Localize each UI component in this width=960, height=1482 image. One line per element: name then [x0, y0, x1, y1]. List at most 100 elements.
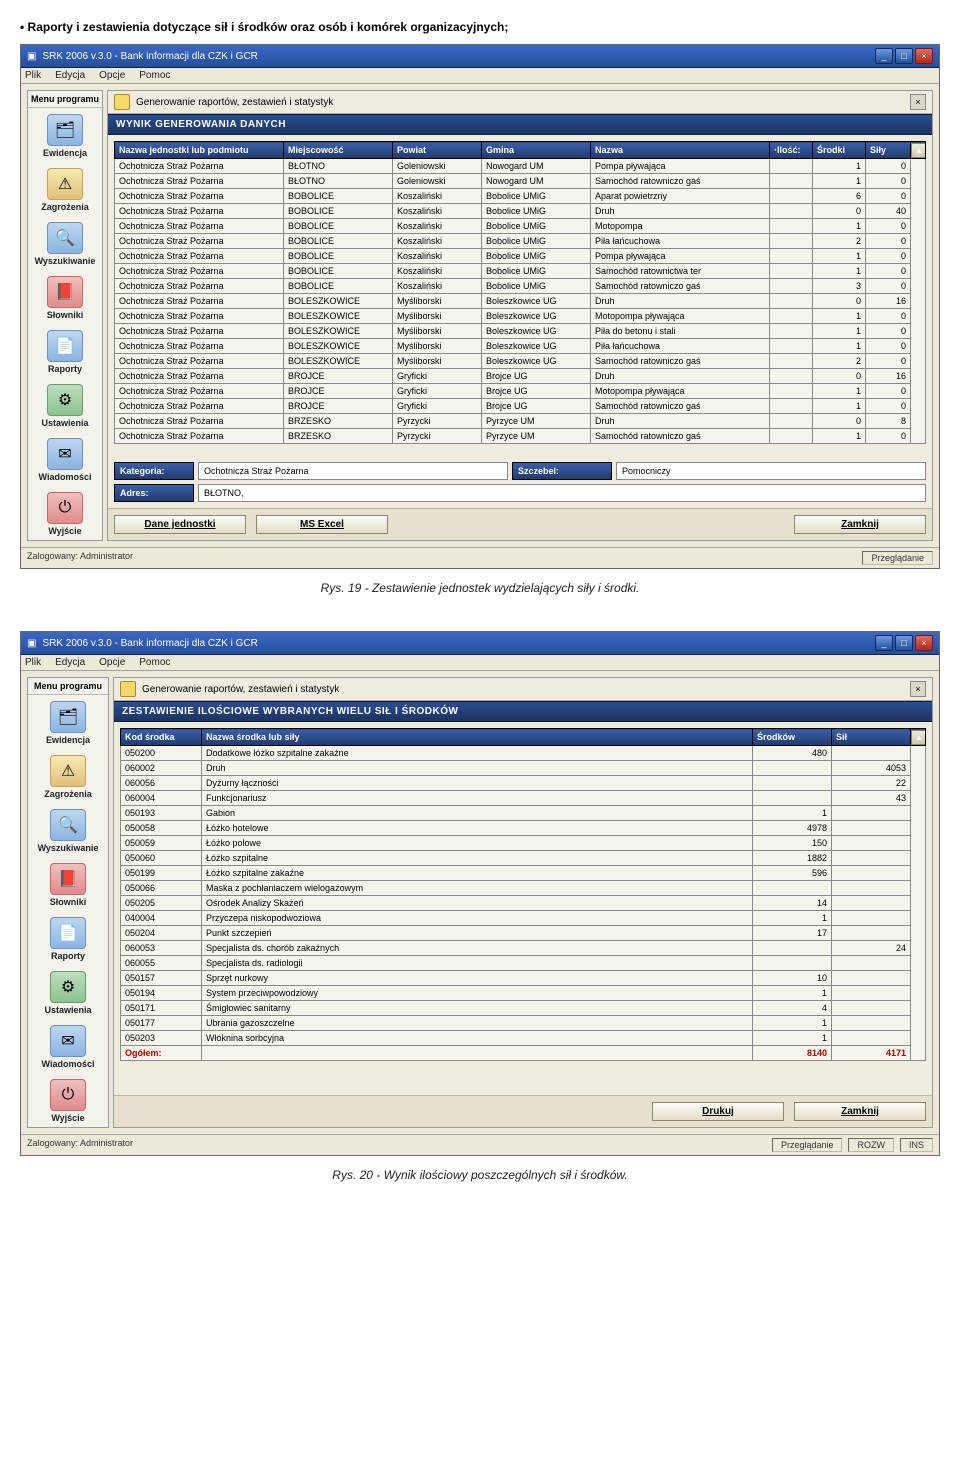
table-row[interactable]: Ochotnicza Straż PożarnaBOBOLICEKoszaliń…	[115, 264, 926, 279]
menu-opcje[interactable]: Opcje	[99, 70, 125, 81]
table-row[interactable]: 060055Specjalista ds. radiologii	[121, 956, 926, 971]
menu-edycja[interactable]: Edycja	[55, 657, 85, 668]
close-icon[interactable]: ×	[915, 48, 933, 64]
maximize-icon[interactable]: □	[895, 635, 913, 651]
table-row[interactable]: Ochotnicza Straż PożarnaBOLESZKOWICEMyśl…	[115, 309, 926, 324]
drukuj-button[interactable]: Drukuj	[652, 1102, 784, 1121]
maximize-icon[interactable]: □	[895, 48, 913, 64]
table-row[interactable]: 050059Łóżko polowe150	[121, 836, 926, 851]
table-row[interactable]: 060002Druh4053	[121, 761, 926, 776]
col-header[interactable]: Nazwa środka lub siły	[202, 729, 753, 746]
sidebar-item-wiadomosci[interactable]: ✉Wiadomości	[28, 432, 102, 486]
col-header[interactable]: Siły	[866, 142, 911, 159]
table-row[interactable]: 050203Włóknina sorbcyjna1	[121, 1031, 926, 1046]
table-row[interactable]: Ochotnicza Straż PożarnaBRZESKOPyrzyckiP…	[115, 429, 926, 444]
table-row[interactable]: Ochotnicza Straż PożarnaBOBOLICEKoszaliń…	[115, 249, 926, 264]
table-row[interactable]: Ochotnicza Straż PożarnaBOBOLICEKoszaliń…	[115, 234, 926, 249]
cell: Ubrania gazoszczelne	[202, 1016, 753, 1031]
col-header[interactable]: Kod środka	[121, 729, 202, 746]
zamknij-button[interactable]: Zamknij	[794, 1102, 926, 1121]
table-row[interactable]: 040004Przyczepa niskopodwoziowa1	[121, 911, 926, 926]
table-row[interactable]: Ochotnicza Straż PożarnaBROJCEGryfickiBr…	[115, 369, 926, 384]
cell: Ochotnicza Straż Pożarna	[115, 384, 284, 399]
col-header[interactable]: Środków	[753, 729, 832, 746]
cell: BOLESZKOWICE	[284, 309, 393, 324]
col-header[interactable]: Nazwa	[591, 142, 770, 159]
dane-jednostki-button[interactable]: Dane jednostki	[114, 515, 246, 534]
sidebar-item-ewidencja[interactable]: 🗂Ewidencja	[28, 695, 108, 749]
scrollbar-track[interactable]	[911, 159, 926, 444]
table-row[interactable]: 050205Ośrodek Analizy Skażeń14	[121, 896, 926, 911]
scrollbar[interactable]: ▲	[911, 729, 926, 746]
menu-edycja[interactable]: Edycja	[55, 70, 85, 81]
cell: 0	[813, 414, 866, 429]
scrollbar-track[interactable]	[911, 746, 926, 1061]
table-row[interactable]: Ochotnicza Straż PożarnaBOBOLICEKoszaliń…	[115, 279, 926, 294]
table-row[interactable]: 050194System przeciwpowodziowy1	[121, 986, 926, 1001]
table-row[interactable]: Ochotnicza Straż PożarnaBOBOLICEKoszaliń…	[115, 204, 926, 219]
col-header[interactable]: Sił	[832, 729, 911, 746]
sidebar-item-ewidencja[interactable]: 🗂Ewidencja	[28, 108, 102, 162]
table-row[interactable]: 050200Dodatkowe łóżko szpitalne zakaźne4…	[121, 746, 926, 761]
tab-title: Generowanie raportów, zestawień i statys…	[142, 684, 339, 695]
sidebar-item-wyszukiwanie[interactable]: 🔍Wyszukiwanie	[28, 803, 108, 857]
table-row[interactable]: 050066Maska z pochłaniaczem wielogazowym	[121, 881, 926, 896]
sidebar-item-wiadomosci[interactable]: ✉Wiadomości	[28, 1019, 108, 1073]
close-icon[interactable]: ×	[915, 635, 933, 651]
table-row[interactable]: 050204Punkt szczepień17	[121, 926, 926, 941]
table-row[interactable]: 060004Funkcjonariusz43	[121, 791, 926, 806]
table-row[interactable]: 050058Łóżko hotelowe4978	[121, 821, 926, 836]
menu-opcje[interactable]: Opcje	[99, 657, 125, 668]
table-row[interactable]: 050157Sprzęt nurkowy10	[121, 971, 926, 986]
tab-close-icon[interactable]: ×	[910, 681, 926, 697]
sidebar-item-raporty[interactable]: 📄Raporty	[28, 324, 102, 378]
table-row[interactable]: Ochotnicza Straż PożarnaBOLESZKOWICEMyśl…	[115, 339, 926, 354]
table-row[interactable]: Ochotnicza Straż PożarnaBOLESZKOWICEMyśl…	[115, 294, 926, 309]
table-row[interactable]: 050171Śmigłowiec sanitarny4	[121, 1001, 926, 1016]
table-row[interactable]: Ochotnicza Straż PożarnaBRZESKOPyrzyckiP…	[115, 414, 926, 429]
table-row[interactable]: Ochotnicza Straż PożarnaBOLESZKOWICEMyśl…	[115, 354, 926, 369]
table-row[interactable]: 050177Ubrania gazoszczelne1	[121, 1016, 926, 1031]
sidebar-item-wyszukiwanie[interactable]: 🔍Wyszukiwanie	[28, 216, 102, 270]
sidebar-item-slowniki[interactable]: 📕Słowniki	[28, 270, 102, 324]
table-row[interactable]: Ochotnicza Straż PożarnaBOBOLICEKoszaliń…	[115, 189, 926, 204]
table-row[interactable]: 050199Łóżko szpitalne zakaźne596	[121, 866, 926, 881]
sidebar-item-wyjscie[interactable]: ⏻Wyjście	[28, 486, 102, 540]
zamknij-button[interactable]: Zamknij	[794, 515, 926, 534]
table-row[interactable]: Ochotnicza Straż PożarnaBROJCEGryfickiBr…	[115, 399, 926, 414]
table-row[interactable]: 060053Specjalista ds. chorób zakaźnych24	[121, 941, 926, 956]
sidebar-item-raporty[interactable]: 📄Raporty	[28, 911, 108, 965]
table-row[interactable]: 060056Dyżurny łączności22	[121, 776, 926, 791]
sidebar-item-zagrozenia[interactable]: ⚠Zagrożenia	[28, 749, 108, 803]
col-header[interactable]: Nazwa jednostki lub podmiotu	[115, 142, 284, 159]
sidebar-item-ustawienia[interactable]: ⚙Ustawienia	[28, 965, 108, 1019]
sidebar-item-wyjscie[interactable]: ⏻Wyjście	[28, 1073, 108, 1127]
col-header[interactable]: Miejscowość	[284, 142, 393, 159]
col-header[interactable]: Środki	[813, 142, 866, 159]
sidebar-item-zagrozenia[interactable]: ⚠Zagrożenia	[28, 162, 102, 216]
table-row[interactable]: Ochotnicza Straż PożarnaBROJCEGryfickiBr…	[115, 384, 926, 399]
minimize-icon[interactable]: _	[875, 48, 893, 64]
sidebar-item-ustawienia[interactable]: ⚙Ustawienia	[28, 378, 102, 432]
col-header[interactable]: Powiat	[393, 142, 482, 159]
ms-excel-button[interactable]: MS Excel	[256, 515, 388, 534]
col-header[interactable]: Gmina	[482, 142, 591, 159]
table-row[interactable]: 050193Gabion1	[121, 806, 926, 821]
table-row[interactable]: Ochotnicza Straż PożarnaBŁOTNOGoleniowsk…	[115, 159, 926, 174]
tab-close-icon[interactable]: ×	[910, 94, 926, 110]
menu-pomoc[interactable]: Pomoc	[139, 657, 170, 668]
table-row[interactable]: Ochotnicza Straż PożarnaBOBOLICEKoszaliń…	[115, 219, 926, 234]
menu-pomoc[interactable]: Pomoc	[139, 70, 170, 81]
table-row[interactable]: Ochotnicza Straż PożarnaBŁOTNOGoleniowsk…	[115, 174, 926, 189]
mail-icon: ✉	[50, 1025, 86, 1057]
scrollbar[interactable]: ▲	[911, 142, 926, 159]
cell: BOBOLICE	[284, 219, 393, 234]
table-row[interactable]: 050060Łóżko szpitalne1882	[121, 851, 926, 866]
minimize-icon[interactable]: _	[875, 635, 893, 651]
sidebar-item-slowniki[interactable]: 📕Słowniki	[28, 857, 108, 911]
col-header[interactable]: ·Ilość:	[770, 142, 813, 159]
table-row[interactable]: Ochotnicza Straż PożarnaBOLESZKOWICEMyśl…	[115, 324, 926, 339]
cell: Brojce UG	[482, 369, 591, 384]
menu-plik[interactable]: Plik	[25, 657, 41, 668]
menu-plik[interactable]: Plik	[25, 70, 41, 81]
